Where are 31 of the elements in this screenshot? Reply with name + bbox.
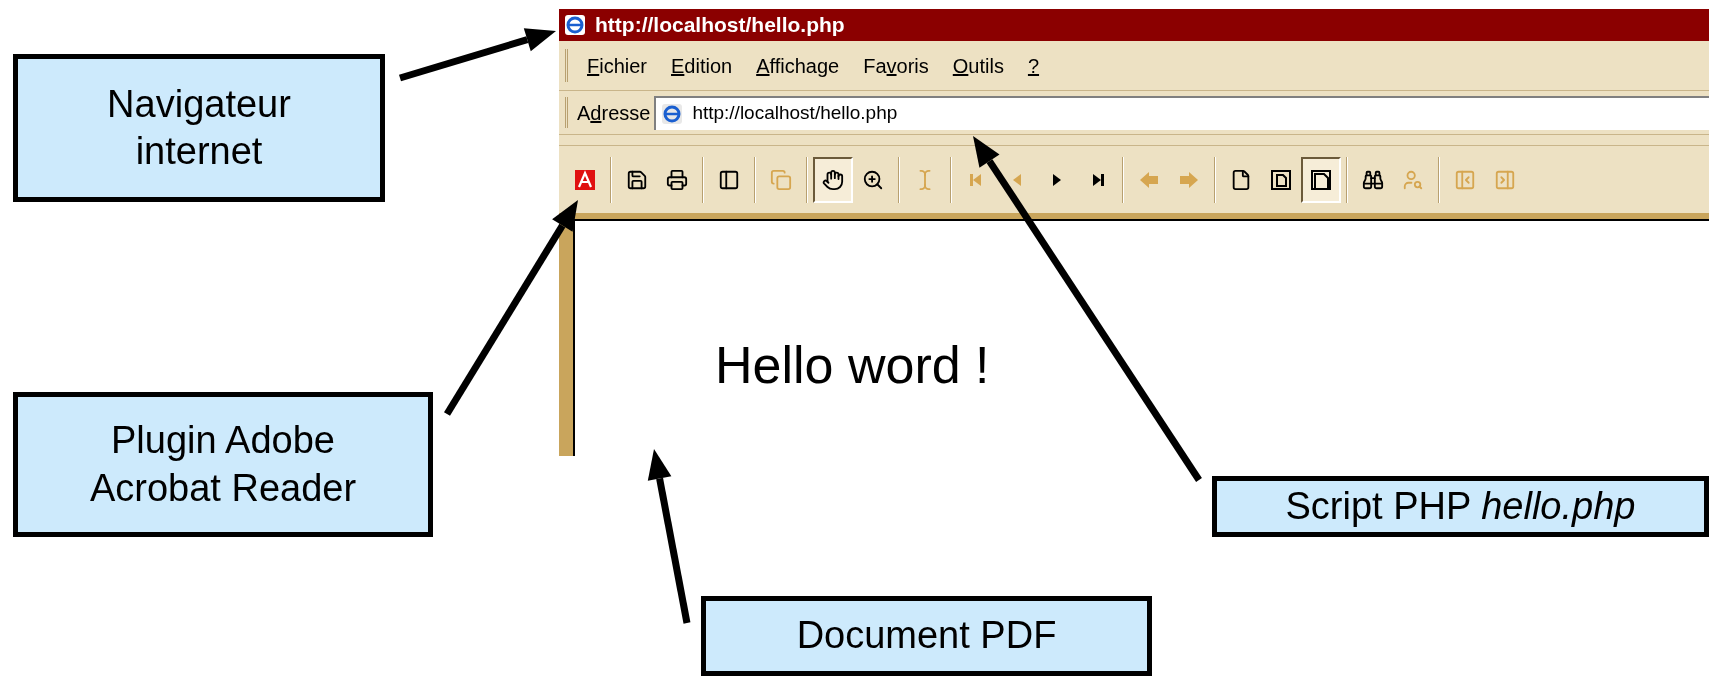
browser-logo-icon: [563, 13, 587, 37]
panel-close-left-icon: [1454, 168, 1476, 191]
callout-box: Document PDF: [701, 596, 1152, 676]
menu-item[interactable]: Outils: [948, 50, 1008, 81]
page-icon: [1230, 168, 1252, 191]
printer-icon: [666, 168, 688, 191]
callout-box: Script PHP hello.php: [1212, 476, 1709, 537]
hand-icon: [822, 168, 844, 191]
callout-box: Navigateur internet: [13, 54, 385, 202]
panel-close-right-icon: [1494, 168, 1516, 191]
document-text: Hello word !: [715, 339, 990, 391]
address-field[interactable]: http://localhost/hello.php: [654, 95, 1709, 130]
binoculars-icon: [1362, 168, 1384, 191]
menu-item[interactable]: Affichage: [752, 50, 844, 81]
menu-item[interactable]: Favoris: [859, 50, 933, 81]
zoom-in-icon: [862, 168, 884, 191]
page-logo-icon: [660, 101, 685, 126]
menu-item[interactable]: ?: [1023, 50, 1044, 81]
acrobat-logo-icon: [574, 168, 596, 191]
copy-icon: [770, 168, 792, 191]
window-title: http://localhost/hello.php: [595, 12, 845, 39]
fit-width-button[interactable]: [1301, 156, 1341, 203]
callout-box: Plugin Adobe Acrobat Reader: [13, 392, 433, 537]
menu-item[interactable]: Edition: [667, 50, 737, 81]
person-search-icon: [1402, 168, 1424, 191]
fit-width-icon: [1310, 168, 1332, 191]
address-label: Adresse: [577, 100, 651, 126]
hand-button[interactable]: [813, 156, 853, 203]
menu-item[interactable]: Fichier: [583, 50, 651, 81]
panel-icon: [718, 168, 740, 191]
fit-page-icon: [1270, 168, 1292, 191]
